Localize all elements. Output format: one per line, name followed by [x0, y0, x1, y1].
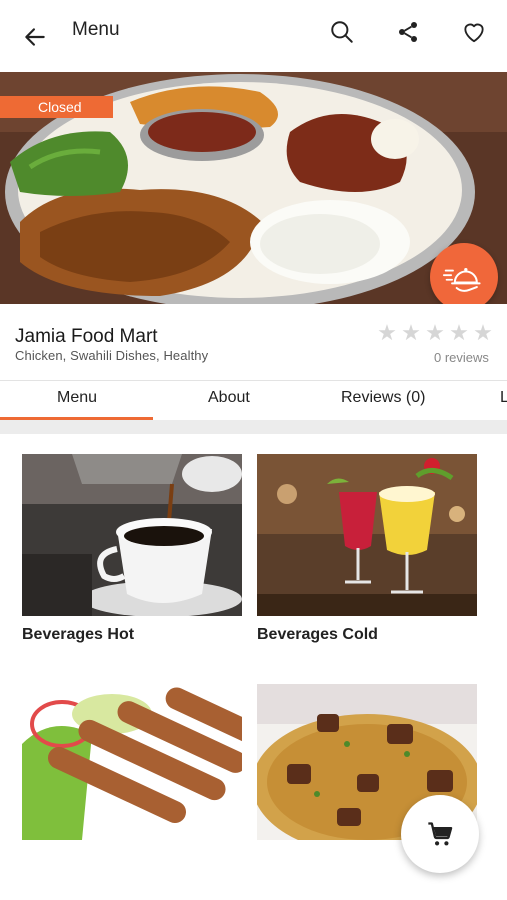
back-button[interactable]: [18, 20, 52, 54]
app-bar: Menu: [0, 0, 507, 72]
menu-category-card[interactable]: Beverages Hot: [22, 454, 242, 644]
category-image: [257, 454, 477, 616]
section-divider: [0, 420, 507, 434]
favorite-button[interactable]: [456, 14, 492, 50]
store-info: Jamia Food Mart Chicken, Swahili Dishes,…: [0, 304, 507, 380]
closed-status-badge: Closed: [0, 96, 113, 118]
search-button[interactable]: [324, 14, 360, 50]
menu-category-card[interactable]: [22, 684, 242, 850]
heart-icon: [464, 23, 484, 43]
delivery-button[interactable]: [430, 243, 498, 311]
store-categories: Chicken, Swahili Dishes, Healthy: [15, 348, 209, 363]
back-arrow-icon: [25, 28, 45, 46]
delivery-cloche-icon: [442, 268, 481, 292]
tab-bar: Menu About Reviews (0) L: [0, 380, 507, 420]
share-icon: [399, 22, 417, 42]
cart-button[interactable]: [401, 795, 479, 873]
tab-more[interactable]: L: [500, 389, 507, 407]
tab-menu[interactable]: Menu: [57, 389, 97, 407]
category-label: Beverages Hot: [22, 626, 135, 643]
category-image: [22, 684, 242, 840]
rating-stars: ★ ★ ★ ★ ★: [376, 322, 494, 344]
star-icon: ★: [449, 320, 469, 345]
search-icon: [331, 21, 353, 43]
reviews-count[interactable]: 0 reviews: [434, 350, 489, 365]
star-icon: ★: [425, 320, 445, 345]
star-icon: ★: [377, 320, 397, 345]
star-icon: ★: [401, 320, 421, 345]
page-title: Menu: [72, 19, 120, 40]
category-label: Beverages Cold: [257, 626, 378, 643]
share-button[interactable]: [390, 14, 426, 50]
store-name: Jamia Food Mart: [15, 326, 158, 347]
star-icon: ★: [473, 320, 493, 345]
tab-about[interactable]: About: [208, 389, 250, 407]
cart-icon: [428, 822, 453, 846]
category-image: [22, 454, 242, 616]
tab-reviews[interactable]: Reviews (0): [341, 389, 425, 407]
menu-category-card[interactable]: Beverages Cold: [257, 454, 477, 644]
